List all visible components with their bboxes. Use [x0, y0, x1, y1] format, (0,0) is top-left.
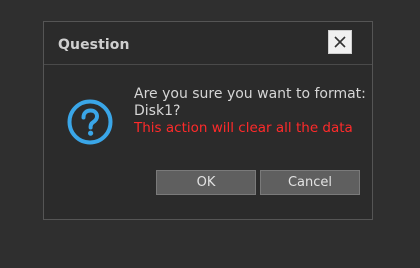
- cancel-button[interactable]: Cancel: [260, 170, 360, 195]
- warning-text: This action will clear all the data: [134, 120, 353, 136]
- question-circle-icon: [67, 99, 113, 145]
- screen-background: Question Are you sure you want to format…: [0, 0, 420, 268]
- message-line-2: Disk1?: [134, 103, 181, 119]
- message-line-1: Are you sure you want to format:: [134, 86, 366, 102]
- dialog-titlebar: Question: [44, 22, 372, 65]
- ok-button[interactable]: OK: [156, 170, 256, 195]
- close-icon: [334, 36, 346, 48]
- close-button[interactable]: [328, 30, 352, 54]
- dialog-title: Question: [58, 37, 130, 53]
- dialog-message: Are you sure you want to format: Disk1? …: [134, 86, 369, 137]
- question-dialog: Question Are you sure you want to format…: [43, 21, 373, 220]
